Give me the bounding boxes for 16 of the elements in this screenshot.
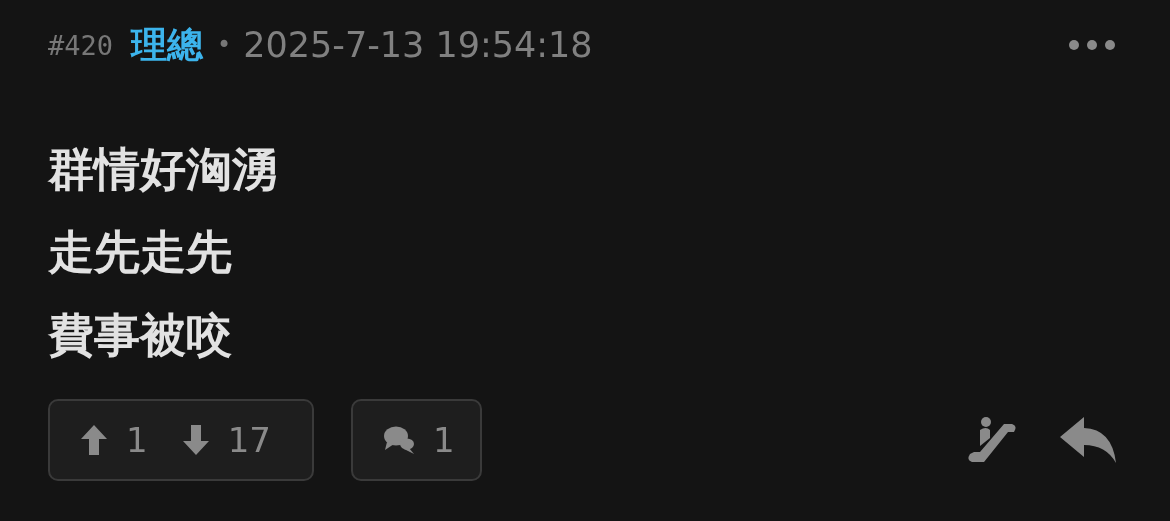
separator: • xyxy=(217,31,232,59)
upvote-button[interactable]: 1 xyxy=(80,420,148,460)
chat-bubbles-icon xyxy=(383,425,415,455)
comments-button[interactable]: 1 xyxy=(351,399,482,481)
post-text: 群情好洶湧 xyxy=(48,141,279,198)
reply-icon[interactable] xyxy=(1058,415,1118,465)
up-arrow-icon xyxy=(80,424,108,456)
escalator-icon[interactable] xyxy=(966,416,1018,464)
down-arrow-icon xyxy=(181,424,210,456)
post-number: #420 xyxy=(48,29,114,61)
timestamp: 2025-7-13 19:54:18 xyxy=(243,25,593,65)
author-name[interactable]: 理總 xyxy=(131,20,204,70)
post-text: 走先走先 xyxy=(48,224,233,281)
post-text: 費事被咬 xyxy=(48,307,233,364)
downvote-button[interactable]: 17 xyxy=(181,420,271,460)
more-icon[interactable] xyxy=(1068,39,1116,51)
